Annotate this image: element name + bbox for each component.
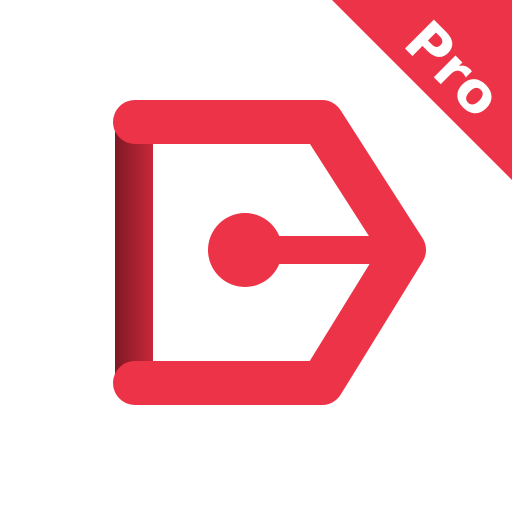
logo-tag-hole (208, 213, 282, 287)
app-icon-canvas: Pro (0, 0, 512, 512)
logo-left-edge-shade (115, 125, 153, 385)
tag-logo-icon: Pro (113, 0, 512, 405)
